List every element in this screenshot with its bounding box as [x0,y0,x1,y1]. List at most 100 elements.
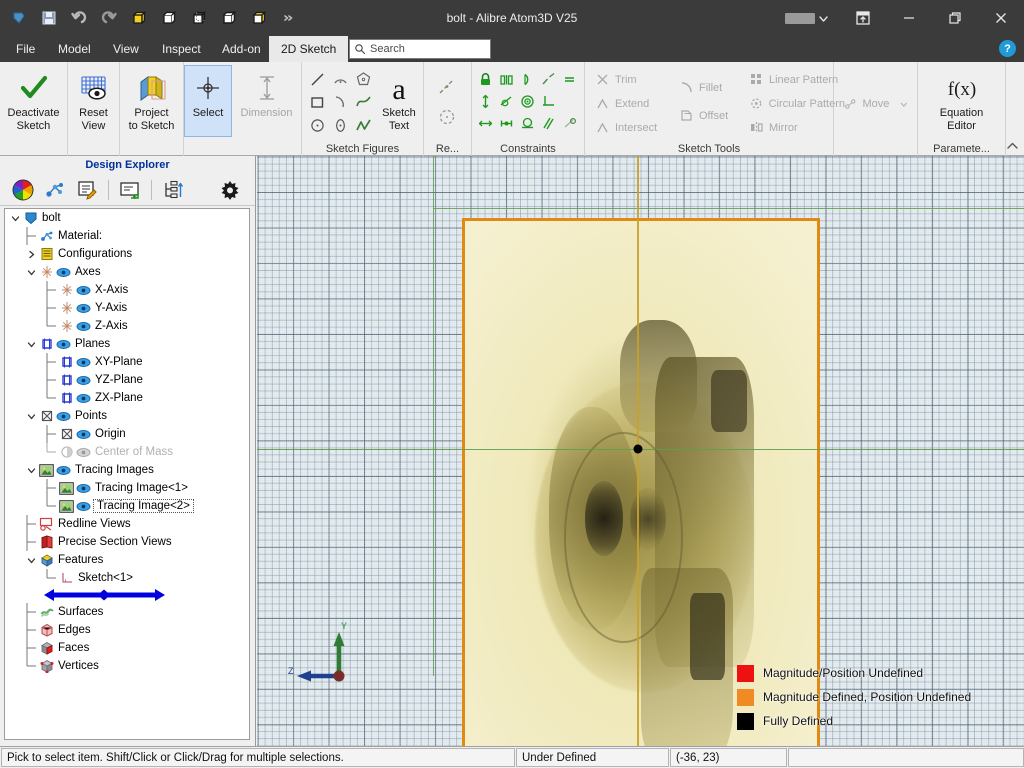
account-menu[interactable] [780,10,834,27]
horizontal-constraint-icon[interactable] [475,112,496,134]
arc-icon[interactable] [329,68,352,91]
auto-constraint-icon[interactable] [559,112,580,134]
rectangle-icon[interactable] [306,91,329,114]
tree-node-yz-plane[interactable]: YZ-Plane [5,371,249,389]
reference-line-icon[interactable] [432,72,462,102]
visibility-eye-icon[interactable] [75,353,92,371]
undo-icon[interactable] [66,5,92,31]
reset-view-button[interactable]: Reset View [68,65,119,137]
on-curve-constraint-icon[interactable] [517,112,538,134]
tree-node-configurations[interactable]: Configurations [5,245,249,263]
search-input[interactable]: Search [349,39,491,59]
trim-button[interactable]: Trim [591,71,669,88]
midpoint-constraint-icon[interactable] [496,112,517,134]
redo-icon[interactable] [96,5,122,31]
notes-edit-icon[interactable] [72,177,102,203]
wireframe-view-icon[interactable] [156,5,182,31]
tree-node-xy-plane[interactable]: XY-Plane [5,353,249,371]
visibility-eye-icon[interactable] [75,479,92,497]
fillet-button[interactable]: Fillet [675,79,741,96]
intersect-button[interactable]: Intersect [591,119,669,136]
ribbon-display-options-icon[interactable] [840,0,886,36]
minimize-button[interactable] [886,0,932,36]
deactivate-sketch-button[interactable]: Deactivate Sketch [0,65,67,137]
tree-node-vertices[interactable]: Vertices [5,657,249,675]
rollback-bar[interactable] [5,587,249,603]
visibility-eye-icon[interactable] [75,389,92,407]
tree-node-planes[interactable]: Planes [5,335,249,353]
sketch-canvas[interactable]: Y Z Magnitude/Position Undefined Magnitu… [257,156,1024,746]
tree-node-tracing-image-2[interactable]: Tracing Image<2> [5,497,249,515]
parallel-constraint-icon[interactable] [538,112,559,134]
tree-node-axes[interactable]: Axes [5,263,249,281]
menu-item-addon[interactable]: Add-on [210,36,273,62]
tree-node-origin[interactable]: Origin [5,425,249,443]
tangent-arc-icon[interactable] [329,91,352,114]
project-to-sketch-button[interactable]: Project to Sketch [120,65,183,137]
help-button[interactable]: ? [999,40,1016,57]
visibility-eye-icon[interactable] [55,461,72,479]
visibility-eye-icon[interactable] [75,443,92,461]
visibility-eye-icon[interactable] [55,407,72,425]
tree-node-edges[interactable]: Edges [5,621,249,639]
qat-overflow-icon[interactable] [276,5,302,31]
tree-node-sketch-1[interactable]: Sketch<1> [5,569,249,587]
tree-node-z-axis[interactable]: Z-Axis [5,317,249,335]
material-icon[interactable] [40,177,70,203]
shaded-view-icon[interactable] [126,5,152,31]
visibility-eye-icon[interactable] [55,335,72,353]
concentric-constraint-icon[interactable] [517,68,538,90]
extend-button[interactable]: Extend [591,95,669,112]
menu-item-2d-sketch[interactable]: 2D Sketch [269,36,349,62]
tangent-constraint-icon[interactable] [496,90,517,112]
symmetric-constraint-icon[interactable] [496,68,517,90]
app-icon[interactable] [6,5,32,31]
visibility-eye-icon[interactable] [75,497,92,515]
line-icon[interactable] [306,68,329,91]
circle-icon[interactable] [306,114,329,137]
export-note-icon[interactable] [115,177,145,203]
offset-button[interactable]: Offset [675,107,741,124]
twisty-right-icon[interactable] [25,245,38,263]
tree-node-x-axis[interactable]: X-Axis [5,281,249,299]
dimension-button[interactable]: Dimension [232,65,301,137]
visibility-eye-icon[interactable] [75,425,92,443]
bspline-icon[interactable] [352,114,375,137]
menu-item-file[interactable]: File [4,36,47,62]
vertical-constraint-icon[interactable] [475,90,496,112]
tree-node-faces[interactable]: Faces [5,639,249,657]
design-explorer-tree[interactable]: bolt Material: Configurations Axes X-Axi… [4,208,250,740]
save-icon[interactable] [36,5,62,31]
tree-node-redline-views[interactable]: Redline Views [5,515,249,533]
tree-node-tracing-image-1[interactable]: Tracing Image<1> [5,479,249,497]
tree-node-material[interactable]: Material: [5,227,249,245]
select-button[interactable]: Select [184,65,232,137]
tree-node-features[interactable]: Features [5,551,249,569]
ellipse-icon[interactable] [329,114,352,137]
visibility-eye-icon[interactable] [75,317,92,335]
tree-sort-icon[interactable] [158,177,188,203]
render-view-icon[interactable] [246,5,272,31]
ribbon-collapse-button[interactable] [1004,139,1020,153]
visibility-eye-icon[interactable] [75,299,92,317]
menu-item-view[interactable]: View [101,36,151,62]
rollback-bar-icon[interactable] [42,587,167,603]
equation-editor-button[interactable]: f(x) Equation Editor [918,65,1005,137]
tree-node-bolt[interactable]: bolt [5,209,249,227]
tree-node-tracing-images[interactable]: Tracing Images [5,461,249,479]
shaded-edges-view-icon[interactable] [216,5,242,31]
sketch-text-button[interactable]: a Sketch Text [376,65,422,137]
menu-item-inspect[interactable]: Inspect [150,36,213,62]
visibility-eye-icon[interactable] [75,281,92,299]
coincident-constraint-icon[interactable] [517,90,538,112]
colinear-constraint-icon[interactable] [538,68,559,90]
reference-circle-icon[interactable] [432,102,462,132]
sketch-origin-point[interactable] [633,444,643,454]
visibility-eye-icon[interactable] [75,371,92,389]
color-properties-icon[interactable] [8,177,38,203]
close-button[interactable] [978,0,1024,36]
twisty-down-icon[interactable] [25,551,38,569]
spline-icon[interactable] [352,91,375,114]
tree-node-surfaces[interactable]: Surfaces [5,603,249,621]
visibility-eye-icon[interactable] [55,263,72,281]
